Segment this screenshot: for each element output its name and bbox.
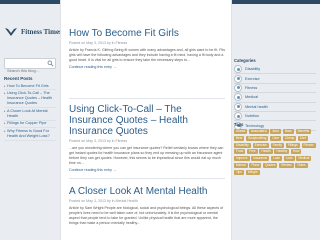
post-title[interactable]: A Closer Look At Mental Health: [69, 186, 225, 197]
recent-post-link[interactable]: A Closer Look At Mental Health: [4, 108, 56, 121]
tag-link[interactable]: Free: [247, 149, 258, 155]
category-item[interactable]: Mental health: [234, 102, 316, 112]
tag-link[interactable]: Lose: [271, 156, 283, 162]
tag-link[interactable]: Loss: [283, 156, 295, 162]
tag-link[interactable]: Plans: [249, 162, 262, 168]
recent-posts-heading: Recent Posts: [4, 76, 33, 81]
tag-link[interactable]: Mental: [234, 162, 248, 168]
bullet-icon: [234, 65, 242, 74]
category-label: Nutrition: [245, 114, 260, 119]
bullet-icon: [234, 112, 242, 121]
tag-link[interactable]: Care: [270, 135, 282, 141]
post-excerpt: ...are you wondering where you can get i…: [69, 146, 224, 165]
bullet-icon: [234, 74, 242, 83]
recent-post-link[interactable]: Using Click-To-Call – The Insurance Quot…: [4, 90, 56, 109]
bullet-icon: [234, 102, 242, 111]
continue-reading-link[interactable]: Continue reading this entry →: [69, 168, 225, 172]
tag-link[interactable]: Medical: [296, 156, 312, 162]
tag-link[interactable]: Disability: [234, 142, 251, 148]
tag-link[interactable]: Fillings: [285, 142, 300, 148]
wing-icon: [5, 28, 17, 36]
tag-link[interactable]: How: [291, 149, 302, 155]
tag-link[interactable]: Rules: [295, 162, 308, 168]
tag-link[interactable]: Improve: [234, 156, 250, 162]
tag-link[interactable]: Exercise: [252, 142, 269, 148]
post-article: A Closer Look At Mental Health Posted on…: [69, 186, 225, 226]
tag-link[interactable]: Ahead: [234, 129, 248, 134]
search-input[interactable]: [5, 66, 47, 75]
tag-link[interactable]: Associated: [249, 129, 269, 134]
search-icon[interactable]: [47, 60, 54, 67]
post-meta: Posted on May 3, 2013 by in Fitness: [69, 41, 128, 45]
category-item[interactable]: Fitness: [234, 83, 316, 94]
recent-post-link[interactable]: Why Fitness Is Good For Health And Weigh…: [4, 128, 56, 141]
category-label: Disability: [245, 67, 261, 72]
tag-link[interactable]: Family: [270, 142, 284, 148]
category-item[interactable]: Nutrition: [234, 112, 316, 122]
tag-link[interactable]: Food: [234, 149, 246, 155]
post-excerpt: Article by Sam Wright People are biologi…: [69, 206, 224, 225]
recent-post-link[interactable]: How To Become Fit Girls: [4, 83, 56, 91]
tag-link[interactable]: Quotes: [263, 162, 278, 168]
post-divider: [69, 178, 225, 179]
site-logo[interactable]: Fitness Times: [4, 26, 62, 38]
bullet-icon: [234, 93, 242, 102]
tag-link[interactable]: Healthy: [274, 149, 290, 155]
categories-widget: Categories Disability Exercise Fitness M…: [234, 58, 316, 131]
tag-link[interactable]: Review: [279, 162, 294, 168]
tag-link[interactable]: Fitness: [301, 142, 316, 148]
tag-cloud: Ahead Associated Auto Back Benefits Best Bodyb…: [234, 129, 316, 175]
category-label: Fitness: [245, 85, 258, 90]
category-label: Medical: [245, 95, 259, 100]
category-item[interactable]: Exercise: [234, 74, 316, 84]
post-article: Using Click-To-Call – The Insurance Quot…: [69, 104, 225, 172]
tag-link[interactable]: Diet: [298, 135, 308, 141]
post-meta: Posted on May 3, 2013 by in Fitness: [69, 139, 128, 143]
continue-reading-link[interactable]: Continue reading this entry →: [69, 65, 225, 69]
categories-heading: Categories: [234, 58, 256, 63]
tag-link[interactable]: Insurance: [251, 156, 270, 162]
main-content: How To Become Fit Girls Posted on May 3,…: [60, 0, 232, 240]
post-divider: [69, 98, 225, 99]
recent-posts-widget: Recent Posts How To Become Fit Girls Usi…: [4, 76, 56, 141]
post-article: How To Become Fit Girls Posted on May 3,…: [69, 28, 225, 69]
tag-link[interactable]: Benefits: [295, 129, 312, 134]
tag-link[interactable]: Tips: [234, 169, 244, 175]
tag-link[interactable]: Health: [259, 149, 273, 155]
category-item[interactable]: Medical: [234, 93, 316, 103]
bullet-icon: [234, 83, 242, 92]
recent-post-link[interactable]: Fillings for Copper Pipe: [4, 121, 56, 129]
category-item[interactable]: Disability: [234, 65, 316, 75]
category-label: Exercise: [245, 76, 260, 81]
post-excerpt: Article by Francis K. Gilfring Being fit…: [69, 48, 225, 62]
tag-link[interactable]: Bodybuilding: [246, 135, 269, 141]
post-title[interactable]: Using Click-To-Call – The Insurance Quot…: [69, 104, 225, 137]
tag-link[interactable]: Weight: [245, 169, 260, 175]
search-box[interactable]: [4, 58, 56, 75]
tag-link[interactable]: Best: [234, 135, 245, 141]
post-title[interactable]: How To Become Fit Girls: [69, 28, 225, 39]
category-label: Mental health: [245, 104, 268, 109]
tag-link[interactable]: Back: [282, 129, 294, 134]
post-meta: Posted on May 3, 2013 by in Mental Healt…: [69, 199, 138, 203]
tag-link[interactable]: Auto: [270, 129, 281, 134]
site-title: Fitness Times: [21, 28, 62, 36]
tag-link[interactable]: Cheap: [282, 135, 297, 141]
tags-heading: Tags: [234, 122, 244, 127]
tags-widget: Tags Ahead Associated Auto Back Benefits Best…: [234, 122, 316, 175]
